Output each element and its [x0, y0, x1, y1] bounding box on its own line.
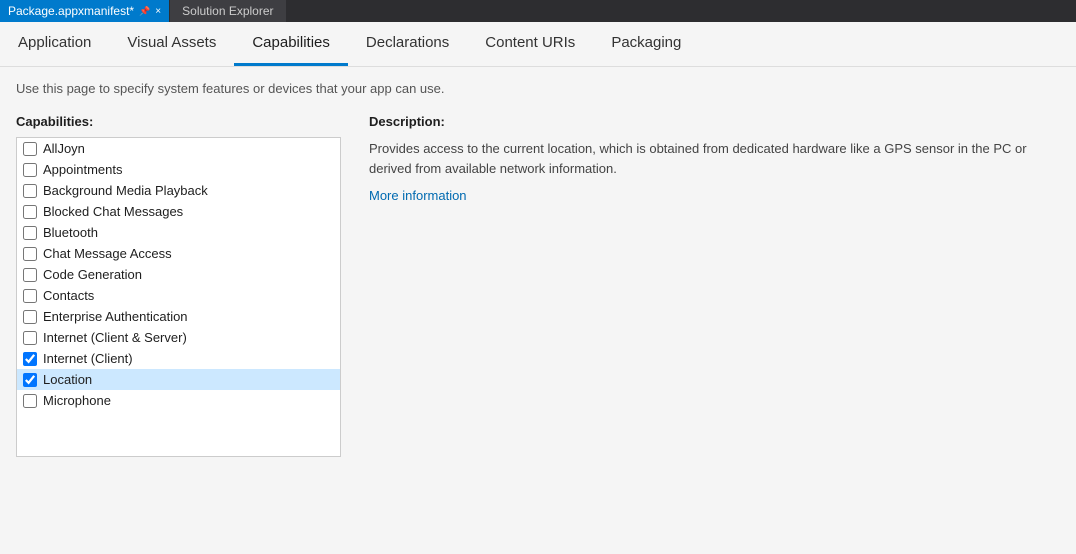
- capability-code-generation-checkbox[interactable]: [23, 268, 37, 282]
- capability-blocked-chat-messages[interactable]: Blocked Chat Messages: [17, 201, 340, 222]
- capability-alljoyn-checkbox[interactable]: [23, 142, 37, 156]
- capability-code-generation[interactable]: Code Generation: [17, 264, 340, 285]
- capability-enterprise-authentication[interactable]: Enterprise Authentication: [17, 306, 340, 327]
- capability-alljoyn-label[interactable]: AllJoyn: [43, 141, 85, 156]
- capability-blocked-chat-messages-checkbox[interactable]: [23, 205, 37, 219]
- tab-capabilities[interactable]: Capabilities: [234, 21, 348, 66]
- description-body: Provides access to the current location,…: [369, 139, 1049, 178]
- pin-icon[interactable]: 📌: [139, 6, 150, 17]
- capability-background-media-playback[interactable]: Background Media Playback: [17, 180, 340, 201]
- capability-contacts-label[interactable]: Contacts: [43, 288, 94, 303]
- more-info-link[interactable]: More information: [369, 188, 467, 203]
- capability-contacts[interactable]: Contacts: [17, 285, 340, 306]
- capability-internet-client-checkbox[interactable]: [23, 352, 37, 366]
- capability-contacts-checkbox[interactable]: [23, 289, 37, 303]
- tab-visual-assets[interactable]: Visual Assets: [109, 21, 234, 66]
- capability-internet-client-server-checkbox[interactable]: [23, 331, 37, 345]
- tab-packaging[interactable]: Packaging: [593, 21, 699, 66]
- tab-manifest[interactable]: Package.appxmanifest* 📌 ×: [0, 0, 170, 22]
- capabilities-panel: Capabilities: AllJoyn Appointments Backg…: [16, 114, 341, 533]
- tab-declarations[interactable]: Declarations: [348, 21, 467, 66]
- capability-blocked-chat-messages-label[interactable]: Blocked Chat Messages: [43, 204, 183, 219]
- capability-internet-client-label[interactable]: Internet (Client): [43, 351, 133, 366]
- capability-microphone-label[interactable]: Microphone: [43, 393, 111, 408]
- capability-appointments-label[interactable]: Appointments: [43, 162, 123, 177]
- description-panel: Description: Provides access to the curr…: [341, 114, 1060, 533]
- tab-content-uris[interactable]: Content URIs: [467, 21, 593, 66]
- capability-location-checkbox[interactable]: [23, 373, 37, 387]
- capability-microphone[interactable]: Microphone: [17, 390, 340, 411]
- capability-background-media-playback-label[interactable]: Background Media Playback: [43, 183, 208, 198]
- capability-bluetooth-checkbox[interactable]: [23, 226, 37, 240]
- main-content: Use this page to specify system features…: [0, 67, 1076, 554]
- capability-chat-message-access[interactable]: Chat Message Access: [17, 243, 340, 264]
- capability-location-label[interactable]: Location: [43, 372, 92, 387]
- capability-enterprise-authentication-checkbox[interactable]: [23, 310, 37, 324]
- tab-solution-explorer[interactable]: Solution Explorer: [170, 0, 286, 22]
- nav-tabs: Application Visual Assets Capabilities D…: [0, 22, 1076, 67]
- capability-chat-message-access-checkbox[interactable]: [23, 247, 37, 261]
- capability-appointments-checkbox[interactable]: [23, 163, 37, 177]
- capability-list[interactable]: AllJoyn Appointments Background Media Pl…: [16, 137, 341, 457]
- capability-background-media-playback-checkbox[interactable]: [23, 184, 37, 198]
- capability-internet-client-server[interactable]: Internet (Client & Server): [17, 327, 340, 348]
- capability-code-generation-label[interactable]: Code Generation: [43, 267, 142, 282]
- close-tab-icon[interactable]: ×: [155, 6, 161, 17]
- capability-bluetooth[interactable]: Bluetooth: [17, 222, 340, 243]
- capability-alljoyn[interactable]: AllJoyn: [17, 138, 340, 159]
- capability-internet-client-server-label[interactable]: Internet (Client & Server): [43, 330, 187, 345]
- capability-microphone-checkbox[interactable]: [23, 394, 37, 408]
- capability-appointments[interactable]: Appointments: [17, 159, 340, 180]
- title-bar: Package.appxmanifest* 📌 × Solution Explo…: [0, 0, 1076, 22]
- page-description: Use this page to specify system features…: [16, 81, 1060, 96]
- columns: Capabilities: AllJoyn Appointments Backg…: [16, 114, 1060, 533]
- capabilities-header: Capabilities:: [16, 114, 341, 129]
- capability-internet-client[interactable]: Internet (Client): [17, 348, 340, 369]
- tab-application[interactable]: Application: [0, 21, 109, 66]
- description-header: Description:: [369, 114, 1060, 129]
- capability-enterprise-authentication-label[interactable]: Enterprise Authentication: [43, 309, 188, 324]
- capability-chat-message-access-label[interactable]: Chat Message Access: [43, 246, 172, 261]
- capability-location[interactable]: Location: [17, 369, 340, 390]
- tab-manifest-label: Package.appxmanifest*: [8, 4, 134, 18]
- capability-bluetooth-label[interactable]: Bluetooth: [43, 225, 98, 240]
